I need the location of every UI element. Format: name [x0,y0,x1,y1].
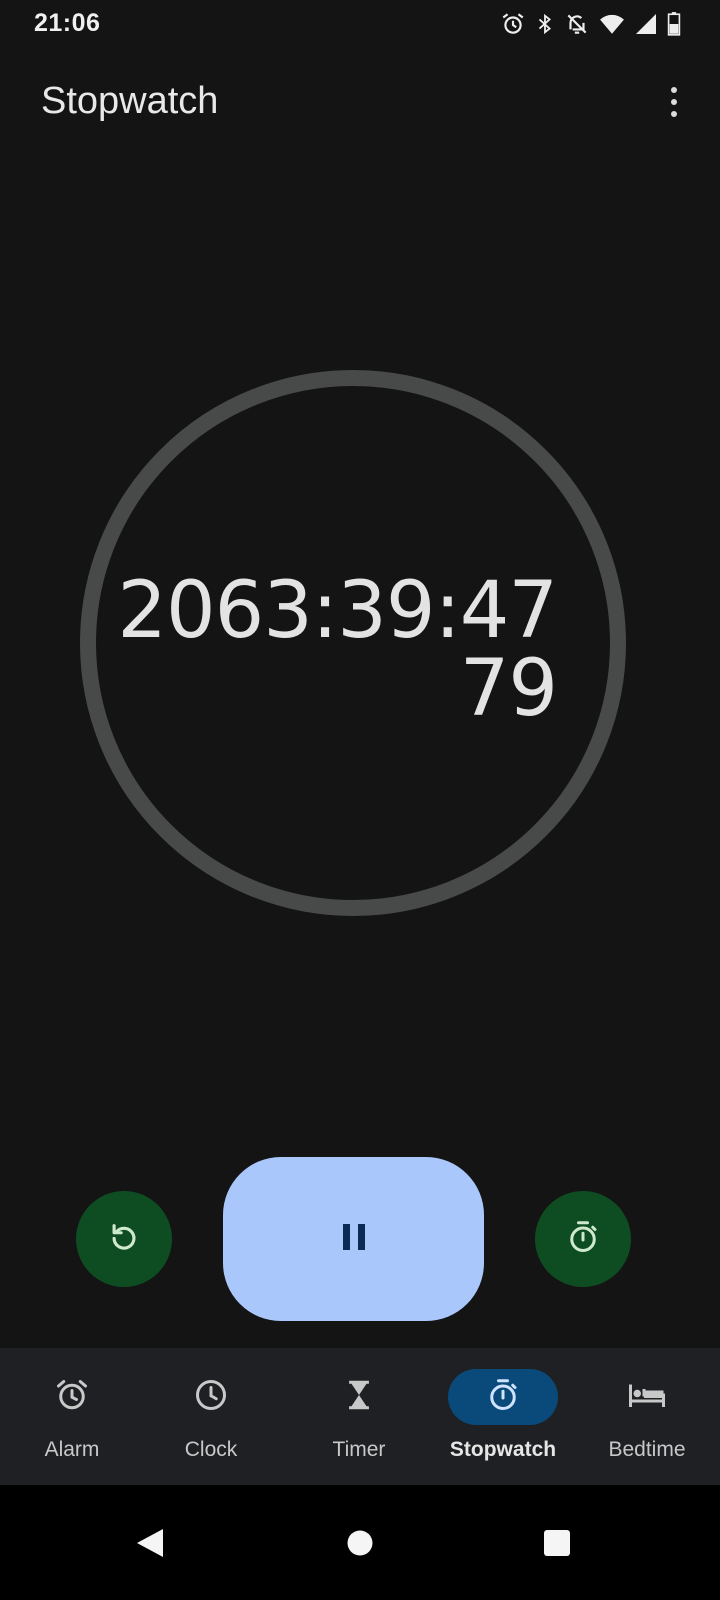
nav-item-clock[interactable]: Clock [139,1348,283,1485]
pause-button[interactable] [223,1157,484,1321]
nav-active-indicator [448,1369,558,1425]
nav-label-bedtime: Bedtime [608,1438,686,1461]
nav-item-bedtime[interactable]: Bedtime [575,1348,719,1485]
stopwatch-screen: 21:06 Stopwatch 2063:39:47 79 Alarm Cloc… [0,0,720,1600]
nav-item-stopwatch[interactable]: Stopwatch [431,1348,575,1485]
bluetooth-icon [534,11,556,37]
status-icons [500,10,682,38]
nav-label-stopwatch: Stopwatch [449,1438,557,1461]
battery-icon [666,11,682,37]
pause-icon [341,1222,367,1257]
system-navigation-bar [0,1485,720,1600]
recents-icon [543,1529,571,1562]
lap-icon [565,1219,601,1260]
back-button[interactable] [120,1515,180,1575]
clock-icon [193,1377,229,1418]
cellular-signal-icon [634,11,658,37]
nav-item-alarm[interactable]: Alarm [0,1348,144,1485]
elapsed-hundredths: 79 [459,644,558,734]
home-button[interactable] [330,1515,390,1575]
nav-label-timer: Timer [332,1438,386,1461]
alarm-icon [500,11,526,37]
page-title: Stopwatch [41,80,219,122]
nav-label-alarm: Alarm [44,1438,100,1461]
elapsed-time: 2063:39:47 [117,566,558,656]
notifications-off-icon [564,11,590,37]
status-bar: 21:06 [0,0,720,50]
more-vert-icon[interactable] [664,84,684,120]
alarm-icon [54,1377,90,1418]
lap-button[interactable] [535,1191,631,1287]
back-icon [135,1527,165,1564]
status-time: 21:06 [34,9,101,37]
hourglass-icon [342,1377,376,1418]
home-icon [346,1529,374,1562]
wifi-icon [598,11,626,37]
nav-label-clock: Clock [184,1438,238,1461]
reset-icon [107,1220,141,1259]
reset-button[interactable] [76,1191,172,1287]
stopwatch-icon [485,1377,521,1418]
bed-icon [627,1377,667,1418]
recents-button[interactable] [527,1515,587,1575]
nav-item-timer[interactable]: Timer [287,1348,431,1485]
bottom-navigation: Alarm Clock Timer Stopwatch Bedtime [0,1348,720,1485]
